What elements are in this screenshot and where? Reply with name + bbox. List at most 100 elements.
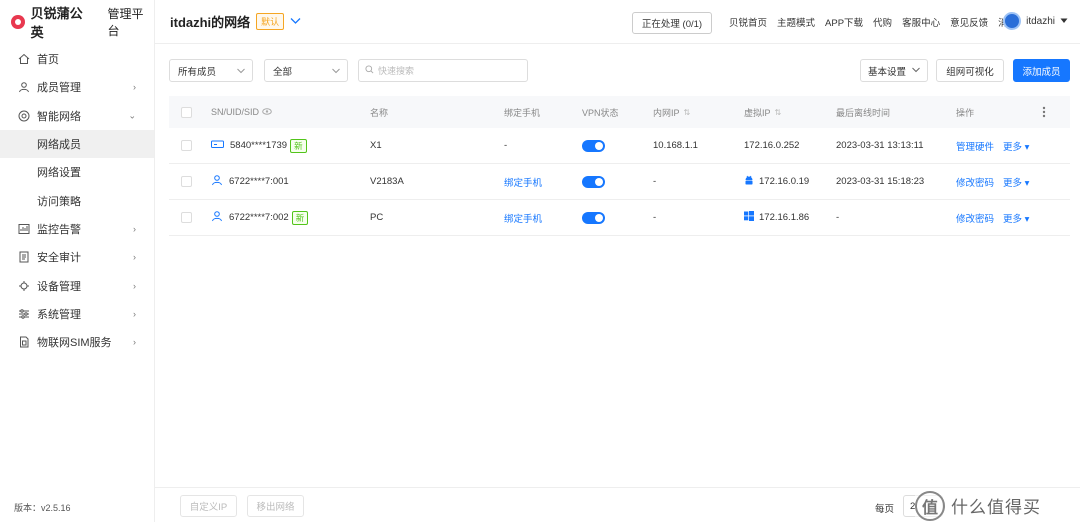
monitor-icon [18, 223, 30, 235]
change-password-link[interactable]: 修改密码 [956, 211, 994, 225]
virtual-ip: 172.16.0.19 [759, 176, 810, 187]
member-id: 5840****1739 [230, 140, 288, 151]
network-title[interactable]: itdazhi的网络 [170, 12, 250, 31]
column-header-phone: 绑定手机 [504, 107, 541, 118]
basic-settings-button[interactable]: 基本设置 [860, 59, 928, 82]
brand-logo[interactable]: 贝锐蒲公英 管理平台 [0, 0, 154, 44]
toolbar: 所有成员 全部 基本设置 组网可视化 添加成员 [169, 59, 1070, 82]
link-support-center[interactable]: 客服中心 [902, 15, 940, 29]
sidebar-item-iot-sim[interactable]: 物联网SIM服务 › [0, 328, 154, 356]
chevron-down-icon [237, 66, 245, 76]
user-icon [211, 174, 223, 189]
sort-icon: ⇅ [683, 107, 691, 117]
table-footer: 自定义IP 移出网络 每页 2 值 什么值得买 [155, 487, 1080, 522]
column-header-label: SN/UID/SID [211, 107, 260, 117]
network-visualize-button[interactable]: 组网可视化 [936, 59, 1004, 82]
member-filter-value: 所有成员 [178, 66, 217, 78]
sidebar-item-members[interactable]: 成员管理 › [0, 73, 154, 101]
more-dropdown[interactable]: 更多 ▾ [1003, 175, 1029, 189]
chevron-right-icon: › [133, 82, 136, 93]
sidebar-item-label: 网络成员 [37, 139, 81, 152]
row-checkbox[interactable] [181, 200, 192, 235]
sidebar-item-smart-network[interactable]: 智能网络 ⌄ [0, 102, 154, 130]
caret-down-icon [1060, 16, 1068, 27]
search-box[interactable] [358, 59, 528, 82]
more-dropdown[interactable]: 更多 ▾ [1003, 139, 1029, 153]
sidebar-item-label: 成员管理 [37, 82, 81, 95]
sidebar-item-device-management[interactable]: 设备管理 › [0, 271, 154, 299]
bind-phone-link[interactable]: 绑定手机 [504, 200, 542, 235]
brand-name: 贝锐蒲公英 [30, 6, 83, 40]
column-header-lan-ip[interactable]: 内网IP ⇅ [653, 96, 690, 128]
sidebar-item-system-management[interactable]: 系统管理 › [0, 300, 154, 328]
change-password-link[interactable]: 修改密码 [956, 175, 994, 189]
user-icon [18, 81, 30, 93]
link-theme-mode[interactable]: 主题模式 [777, 15, 815, 29]
sidebar-item-label: 网络设置 [37, 167, 81, 180]
chevron-right-icon: › [133, 223, 136, 234]
column-header-actions: 操作 [956, 107, 975, 118]
sidebar-item-network-members[interactable]: 网络成员 [0, 129, 154, 159]
home-icon [18, 53, 30, 65]
virtual-ip: 172.16.1.86 [759, 212, 810, 223]
vpn-toggle[interactable] [582, 200, 605, 235]
chevron-down-icon [912, 65, 920, 76]
column-header-label: 内网IP [653, 107, 680, 118]
more-label: 更多 [1003, 141, 1023, 153]
column-settings-icon[interactable] [1042, 96, 1046, 128]
row-checkbox[interactable] [181, 128, 192, 163]
sidebar-item-monitoring[interactable]: 监控告警 › [0, 215, 154, 243]
add-member-button[interactable]: 添加成员 [1013, 59, 1070, 82]
vpn-toggle[interactable] [582, 128, 605, 163]
manage-hardware-link[interactable]: 管理硬件 [956, 139, 994, 153]
chevron-down-icon[interactable] [290, 16, 301, 28]
watermark-text: 什么值得买 [951, 498, 1041, 517]
sidebar-item-access-policy[interactable]: 访问策略 [0, 186, 154, 214]
network-icon [18, 110, 30, 122]
custom-ip-button[interactable]: 自定义IP [180, 495, 237, 517]
new-tag: 新 [290, 138, 307, 153]
bind-phone-link[interactable]: 绑定手机 [504, 164, 542, 199]
sidebar-item-security-audit[interactable]: 安全审计 › [0, 243, 154, 271]
search-input[interactable] [378, 65, 518, 76]
more-dropdown[interactable]: 更多 ▾ [1003, 211, 1029, 225]
chevron-down-icon: ⌄ [128, 110, 136, 121]
logo-icon [11, 15, 25, 29]
user-icon [211, 210, 223, 225]
version-label: 版本：v2.5.16 [14, 503, 71, 513]
sidebar-item-label: 访问策略 [37, 195, 81, 208]
link-oray-home[interactable]: 贝锐首页 [729, 15, 767, 29]
column-header-name: 名称 [370, 107, 389, 118]
processing-button[interactable]: 正在处理 (0/1) [632, 12, 712, 34]
row-checkbox[interactable] [181, 164, 192, 199]
sidebar-item-label: 系统管理 [37, 308, 81, 321]
sidebar-item-label: 设备管理 [37, 280, 81, 293]
column-header-vpn: VPN状态 [582, 107, 619, 118]
column-header-virtual-ip[interactable]: 虚拟IP ⇅ [744, 96, 781, 128]
sidebar-item-home[interactable]: 首页 [0, 45, 154, 73]
user-menu[interactable]: itdazhi [1003, 12, 1068, 30]
link-purchase[interactable]: 代购 [873, 15, 892, 29]
remove-from-network-button[interactable]: 移出网络 [247, 495, 304, 517]
link-app-download[interactable]: APP下载 [825, 15, 863, 29]
member-name: X1 [370, 140, 382, 151]
virtual-ip: 172.16.0.252 [744, 140, 800, 151]
chevron-right-icon: › [133, 308, 136, 319]
sidebar-item-network-settings[interactable]: 网络设置 [0, 158, 154, 186]
audit-icon [18, 251, 30, 263]
member-name: PC [370, 212, 384, 223]
lan-ip: - [653, 212, 657, 223]
table-row: 5840****1739 新 X1 - 10.168.1.1 172.16.0.… [169, 128, 1070, 164]
sidebar: 贝锐蒲公英 管理平台 首页 成员管理 › 智能网络 ⌄ 网络成员 网络设置 访问… [0, 0, 155, 522]
type-filter-select[interactable]: 全部 [264, 59, 348, 82]
column-header-id: SN/UID/SID [211, 96, 272, 128]
android-icon [744, 175, 754, 189]
select-all-checkbox[interactable] [181, 96, 192, 128]
link-feedback[interactable]: 意见反馈 [950, 15, 988, 29]
caret-down-icon: ▾ [1022, 177, 1030, 189]
eye-icon[interactable] [262, 107, 272, 117]
vpn-toggle[interactable] [582, 164, 605, 199]
top-links: 贝锐首页 主题模式 APP下载 代购 客服中心 意见反馈 消息 [729, 0, 1017, 44]
search-icon [365, 64, 374, 77]
member-filter-select[interactable]: 所有成员 [169, 59, 253, 82]
